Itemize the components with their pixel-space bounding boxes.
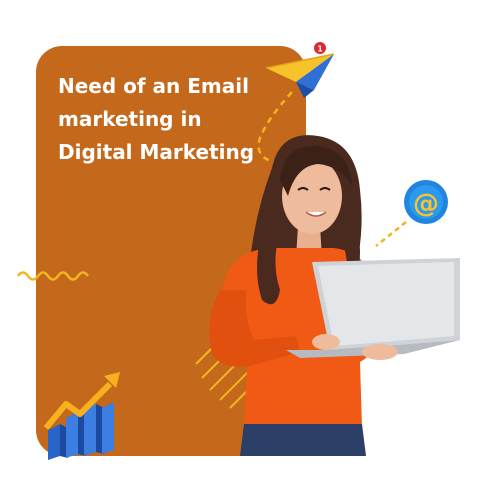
paper-plane-icon bbox=[265, 53, 335, 98]
notification-count: 1 bbox=[317, 45, 323, 54]
bar-chart-growth-icon bbox=[43, 372, 120, 460]
dashed-connector-line bbox=[375, 221, 407, 247]
at-symbol: @ bbox=[413, 189, 439, 219]
decorative-squiggle bbox=[16, 271, 90, 281]
illustration-layer: 1 @ bbox=[16, 42, 460, 460]
notification-badge: 1 bbox=[314, 42, 326, 54]
at-sign-icon: @ bbox=[404, 180, 448, 224]
email-marketing-banner: Need of an Email marketing in Digital Ma… bbox=[0, 0, 500, 500]
